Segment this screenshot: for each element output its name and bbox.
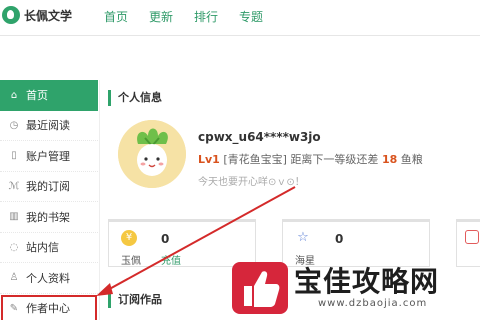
- username: cpwx_u64****w3jo: [198, 130, 321, 144]
- star-icon: ☆: [297, 230, 309, 245]
- message-icon: ◌: [9, 241, 19, 253]
- sidebar-item-label: 站内信: [26, 241, 59, 255]
- sidebar: ⌂ 首页 ◷ 最近阅读 ▯ 账户管理 ℳ 我的订阅 ▥ 我的书架 ◌ 站内信 ♙…: [0, 80, 98, 320]
- mood-status[interactable]: 今天也要开心咩⊙ｖ⊙！: [198, 173, 305, 188]
- cabbage-avatar-icon: [118, 120, 186, 188]
- profile-section-title: 个人信息: [108, 90, 162, 106]
- avatar[interactable]: [118, 120, 186, 188]
- next-level-prefix: 距离下一等级还差: [290, 153, 379, 166]
- clock-icon: ◷: [9, 119, 19, 131]
- logo-text: 长佩文学: [24, 8, 73, 23]
- sidebar-item-subscriptions[interactable]: ℳ 我的订阅: [0, 172, 98, 202]
- nav-topics[interactable]: 专题: [239, 8, 263, 25]
- sidebar-item-author-center[interactable]: ✎ 作者中心: [0, 294, 98, 320]
- top-nav: 首页 更新 排行 专题: [104, 8, 284, 25]
- nav-updates[interactable]: 更新: [149, 8, 173, 25]
- next-level-unit: 鱼粮: [400, 153, 423, 166]
- watermark: 宝佳攻略网 www.dzbaojia.com: [228, 258, 480, 320]
- sidebar-item-label: 首页: [26, 89, 48, 103]
- home-icon: ⌂: [10, 89, 18, 101]
- works-section-title: 订阅作品: [108, 292, 162, 308]
- logo-cabbage-icon: [2, 6, 20, 24]
- recharge-link[interactable]: 充值: [161, 252, 181, 267]
- sidebar-item-home[interactable]: ⌂ 首页: [0, 80, 98, 111]
- sidebar-item-label: 最近阅读: [26, 119, 70, 133]
- sidebar-item-account[interactable]: ▯ 账户管理: [0, 141, 98, 172]
- stat-value: 0: [161, 232, 170, 246]
- account-icon: ▯: [11, 150, 17, 162]
- stat-name: 玉佩: [121, 256, 141, 267]
- watermark-text: 宝佳攻略网: [294, 265, 440, 298]
- watermark-url: www.dzbaojia.com: [318, 298, 428, 309]
- ticket-icon: [465, 230, 479, 244]
- stat-value: 0: [335, 232, 344, 246]
- rss-icon: ℳ: [8, 180, 20, 192]
- sidebar-item-label: 个人资料: [26, 271, 70, 285]
- title-bracket-close: ]: [282, 153, 287, 166]
- sidebar-item-profile[interactable]: ♙ 个人资料: [0, 263, 98, 294]
- sidebar-item-label: 账户管理: [26, 149, 70, 163]
- pencil-icon: ✎: [9, 302, 19, 314]
- sidebar-item-label: 我的订阅: [26, 180, 70, 194]
- level-badge: Lv1: [198, 153, 220, 166]
- nav-rankings[interactable]: 排行: [194, 8, 218, 25]
- jade-coin-icon: ¥: [121, 230, 137, 246]
- site-logo[interactable]: 长佩文学: [2, 6, 72, 24]
- watermark-thumbs-up-logo: [232, 262, 288, 314]
- sidebar-item-recent-reading[interactable]: ◷ 最近阅读: [0, 111, 98, 141]
- sidebar-item-label: 我的书架: [26, 210, 70, 224]
- top-header: 长佩文学 首页 更新 排行 专题: [0, 0, 480, 36]
- sidebar-item-label: 作者中心: [26, 302, 70, 316]
- next-level-amount: 18: [381, 153, 398, 166]
- sidebar-item-messages[interactable]: ◌ 站内信: [0, 233, 98, 263]
- thumbs-up-icon: [244, 271, 280, 307]
- sidebar-item-bookshelf[interactable]: ▥ 我的书架: [0, 202, 98, 233]
- bookshelf-icon: ▥: [9, 211, 19, 223]
- sidebar-divider: [99, 80, 100, 320]
- level-line: Lv1 [青花鱼宝宝] 距离下一等级还差 18 鱼粮: [198, 151, 423, 167]
- nav-home[interactable]: 首页: [104, 8, 128, 25]
- user-title: 青花鱼宝宝: [227, 153, 283, 166]
- person-icon: ♙: [9, 272, 19, 284]
